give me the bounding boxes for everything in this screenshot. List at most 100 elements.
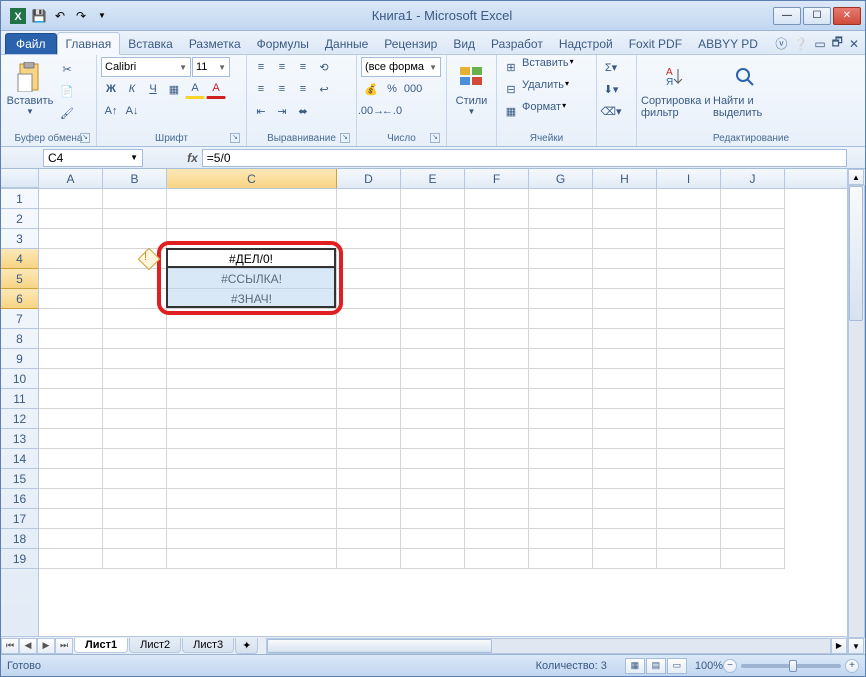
hscroll-thumb[interactable] (267, 639, 492, 653)
cell[interactable] (337, 309, 401, 329)
tab-view[interactable]: Вид (445, 33, 483, 54)
increase-decimal-icon[interactable]: .00→ (361, 101, 381, 121)
row-header[interactable]: 9 (1, 349, 38, 369)
cell[interactable] (721, 449, 785, 469)
tab-formulas[interactable]: Формулы (249, 33, 317, 54)
shrink-font-icon[interactable]: A↓ (122, 101, 142, 121)
cell[interactable] (39, 249, 103, 269)
cell[interactable] (465, 549, 529, 569)
row-header[interactable]: 10 (1, 369, 38, 389)
col-header[interactable]: E (401, 169, 465, 188)
cell[interactable] (593, 369, 657, 389)
cell[interactable] (39, 409, 103, 429)
cell[interactable] (39, 469, 103, 489)
cell[interactable] (401, 369, 465, 389)
cell[interactable] (337, 369, 401, 389)
cell[interactable] (337, 349, 401, 369)
cell[interactable] (39, 429, 103, 449)
col-header[interactable]: J (721, 169, 785, 188)
cell[interactable] (465, 429, 529, 449)
cell[interactable] (167, 489, 337, 509)
sheet-nav-prev-icon[interactable]: ◀ (19, 638, 37, 654)
cell[interactable] (39, 549, 103, 569)
cell[interactable] (465, 469, 529, 489)
cell[interactable] (657, 549, 721, 569)
undo-icon[interactable]: ↶ (51, 7, 69, 25)
tab-data[interactable]: Данные (317, 33, 376, 54)
decrease-indent-icon[interactable]: ⇤ (251, 101, 271, 121)
cell[interactable] (167, 389, 337, 409)
clear-icon[interactable]: ⌫▾ (601, 101, 621, 121)
cell[interactable] (721, 369, 785, 389)
row-header[interactable]: 6 (1, 289, 38, 309)
cell[interactable] (465, 489, 529, 509)
increase-indent-icon[interactable]: ⇥ (272, 101, 292, 121)
cell[interactable] (337, 509, 401, 529)
tab-file[interactable]: Файл (5, 33, 57, 54)
fx-icon[interactable]: fx (183, 151, 202, 165)
cell[interactable] (337, 549, 401, 569)
cell[interactable] (337, 469, 401, 489)
cell[interactable] (593, 229, 657, 249)
cell[interactable] (401, 509, 465, 529)
ribbon-minimize-icon[interactable]: ⓥ (775, 35, 787, 52)
active-cell[interactable]: #ДЕЛ/0! (166, 248, 336, 268)
cell[interactable] (529, 209, 593, 229)
cell[interactable] (401, 469, 465, 489)
vscroll-thumb[interactable] (849, 186, 863, 321)
cell[interactable] (593, 389, 657, 409)
copy-icon[interactable]: 📄 (57, 81, 77, 101)
zoom-out-icon[interactable]: − (723, 659, 737, 673)
cell[interactable] (337, 429, 401, 449)
align-right-icon[interactable]: ≡ (293, 79, 313, 99)
help-icon[interactable]: ❔ (793, 37, 808, 51)
cell[interactable] (529, 369, 593, 389)
cell[interactable] (401, 549, 465, 569)
decrease-decimal-icon[interactable]: ←.0 (382, 101, 402, 121)
bold-button[interactable]: Ж (101, 79, 121, 99)
cell[interactable] (721, 389, 785, 409)
cell[interactable] (401, 329, 465, 349)
launcher-icon[interactable]: ↘ (230, 133, 240, 143)
sheet-tab[interactable]: Лист2 (129, 638, 181, 653)
cell[interactable] (167, 469, 337, 489)
cell[interactable] (593, 189, 657, 209)
name-box[interactable]: C4▼ (43, 149, 143, 167)
cell[interactable] (721, 309, 785, 329)
formula-bar[interactable]: =5/0 (202, 149, 847, 167)
col-header[interactable]: B (103, 169, 167, 188)
cell[interactable] (167, 209, 337, 229)
close-button[interactable]: ✕ (833, 7, 861, 25)
cell[interactable] (593, 269, 657, 289)
cell[interactable] (337, 269, 401, 289)
vscroll-track[interactable] (848, 185, 865, 638)
cell[interactable] (529, 509, 593, 529)
maximize-button[interactable]: ☐ (803, 7, 831, 25)
cells-format-button[interactable]: ▦Формат▾ (501, 101, 566, 121)
cell[interactable] (593, 309, 657, 329)
cell[interactable] (167, 189, 337, 209)
col-header[interactable]: I (657, 169, 721, 188)
row-header[interactable]: 14 (1, 449, 38, 469)
cell[interactable] (721, 349, 785, 369)
paste-button[interactable]: Вставить ▼ (5, 57, 55, 116)
vscroll-up-icon[interactable]: ▲ (848, 169, 864, 185)
row-header[interactable]: 12 (1, 409, 38, 429)
comma-icon[interactable]: 000 (403, 79, 423, 99)
cell[interactable] (657, 529, 721, 549)
cell[interactable] (657, 269, 721, 289)
cell[interactable] (103, 429, 167, 449)
find-select-button[interactable]: Найти и выделить (713, 57, 773, 119)
sheet-tab[interactable]: Лист1 (74, 638, 128, 653)
cell[interactable] (657, 189, 721, 209)
cell[interactable] (465, 389, 529, 409)
cell[interactable] (401, 189, 465, 209)
launcher-icon[interactable]: ↘ (430, 133, 440, 143)
cell[interactable] (657, 489, 721, 509)
cell[interactable] (167, 429, 337, 449)
cell[interactable] (721, 509, 785, 529)
cell[interactable] (593, 409, 657, 429)
fill-icon[interactable]: ⬇▾ (601, 79, 621, 99)
cell[interactable] (39, 209, 103, 229)
cell[interactable] (721, 409, 785, 429)
